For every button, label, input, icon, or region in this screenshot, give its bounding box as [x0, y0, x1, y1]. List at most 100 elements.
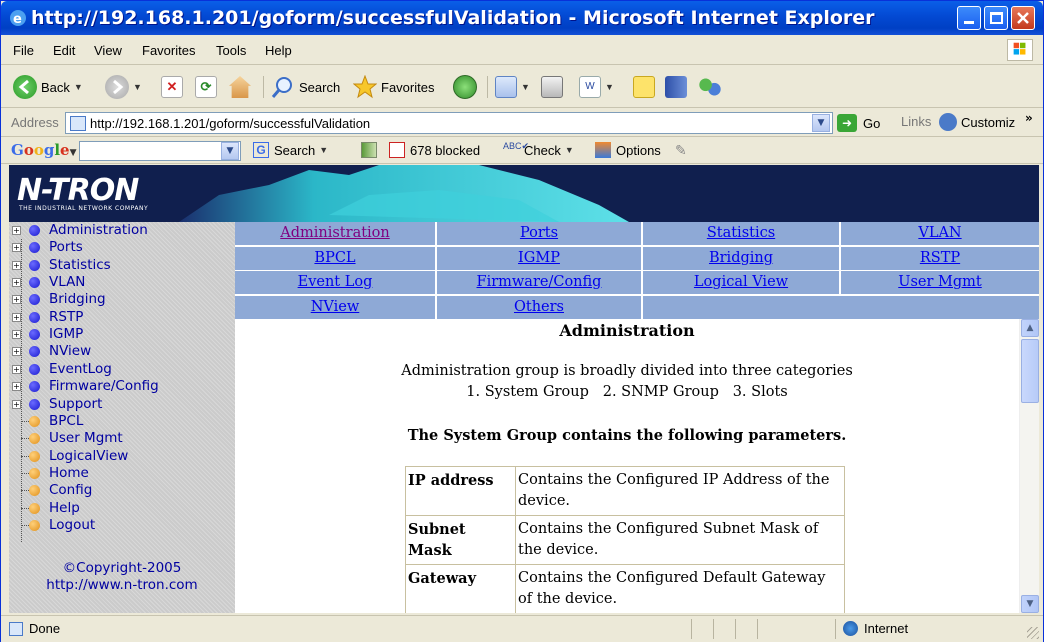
google-search-input[interactable]: ▼ — [79, 141, 241, 161]
stop-button[interactable]: ✕ — [161, 74, 183, 100]
menu-help[interactable]: Help — [265, 43, 292, 58]
ntron-logo[interactable]: N-TRON — [17, 173, 139, 208]
nav-link-statistics[interactable]: Statistics — [643, 222, 839, 245]
sidebar-item-user-mgmt[interactable]: User Mgmt — [9, 430, 235, 447]
discuss-button[interactable] — [633, 74, 655, 100]
scroll-up-icon[interactable]: ▲ — [1021, 319, 1039, 337]
favorites-button[interactable]: Favorites — [353, 74, 434, 100]
vertical-scrollbar[interactable]: ▲ ▼ — [1019, 319, 1039, 613]
popup-blocker-button[interactable]: 678 blocked — [389, 142, 480, 158]
sidebar-item-igmp[interactable]: + IGMP — [9, 326, 235, 343]
sidebar-item-logicalview[interactable]: LogicalView — [9, 448, 235, 465]
nav-link-user-mgmt[interactable]: User Mgmt — [841, 271, 1039, 294]
toolbar-overflow-icon[interactable]: » — [1025, 111, 1033, 125]
expand-plus-icon[interactable]: + — [12, 330, 21, 340]
sidebar-item-label: Config — [49, 482, 93, 499]
customize-label: Customiz — [961, 114, 1016, 130]
sidebar-item-rstp[interactable]: + RSTP — [9, 309, 235, 326]
nav-link-nview[interactable]: NView — [235, 295, 435, 319]
google-search-button[interactable]: G Search ▼ — [253, 142, 328, 158]
website-link[interactable]: http://www.n-tron.com — [9, 577, 235, 593]
menu-edit[interactable]: Edit — [53, 43, 75, 58]
sidebar-item-bpcl[interactable]: BPCL — [9, 413, 235, 430]
scroll-down-icon[interactable]: ▼ — [1021, 595, 1039, 613]
pagerank-button[interactable] — [361, 142, 382, 158]
nav-link-bridging[interactable]: Bridging — [643, 246, 839, 270]
nav-link-logical-view[interactable]: Logical View — [643, 271, 839, 294]
system-group-heading: The System Group contains the following … — [407, 427, 847, 444]
maximize-button[interactable] — [984, 6, 1008, 30]
expand-plus-icon[interactable]: + — [12, 243, 21, 253]
nav-link-administration[interactable]: Administration — [235, 222, 435, 245]
minimize-button[interactable] — [957, 6, 981, 30]
title-bar[interactable]: e http://192.168.1.201/goform/successful… — [1, 1, 1043, 35]
customize-links[interactable]: Customiz — [939, 113, 1015, 131]
sidebar-item-config[interactable]: Config — [9, 482, 235, 499]
expand-plus-icon[interactable]: + — [12, 399, 21, 409]
menu-favorites[interactable]: Favorites — [142, 43, 195, 58]
menu-tools[interactable]: Tools — [216, 43, 246, 58]
print-button[interactable] — [541, 74, 563, 100]
nav-link-bpcl[interactable]: BPCL — [235, 246, 435, 270]
nav-link-vlan[interactable]: VLAN — [841, 222, 1039, 245]
resize-grip-icon[interactable] — [1027, 627, 1039, 639]
sidebar-item-vlan[interactable]: + VLAN — [9, 274, 235, 291]
sidebar-item-label: Bridging — [49, 291, 106, 308]
nav-link-others[interactable]: Others — [437, 295, 641, 319]
close-button[interactable] — [1011, 6, 1035, 30]
nav-link-firmware-config[interactable]: Firmware/Config — [437, 271, 641, 294]
spellcheck-button[interactable]: ABC✔ Check ▼ — [503, 142, 574, 158]
go-label: Go — [863, 115, 881, 131]
sidebar-item-support[interactable]: + Support — [9, 396, 235, 413]
sidebar-item-administration[interactable]: + Administration — [9, 222, 235, 239]
navigation-grid: Administration Ports Statistics VLAN BPCL IGM… — [235, 222, 1039, 319]
sidebar-item-label: Ports — [49, 239, 83, 256]
links-label[interactable]: Links — [901, 114, 931, 129]
scroll-thumb[interactable] — [1021, 339, 1039, 403]
mail-button[interactable]: ▼ — [495, 74, 530, 100]
refresh-button[interactable]: ⟳ — [195, 74, 217, 100]
sidebar-item-statistics[interactable]: + Statistics — [9, 257, 235, 274]
highlight-button[interactable]: ✎ — [675, 142, 696, 158]
nav-link-event-log[interactable]: Event Log — [235, 271, 435, 294]
status-text: Done — [29, 621, 61, 636]
back-button[interactable]: Back ▼ — [13, 74, 83, 100]
research-button[interactable] — [665, 74, 687, 100]
expand-plus-icon[interactable]: + — [12, 226, 21, 235]
history-button[interactable] — [453, 74, 477, 100]
sidebar-item-logout[interactable]: Logout — [9, 517, 235, 534]
google-logo[interactable]: Google▼ — [11, 141, 77, 159]
options-button[interactable]: Options — [595, 142, 661, 158]
home-button[interactable] — [229, 74, 251, 100]
history-icon — [453, 75, 477, 99]
expand-plus-icon[interactable]: + — [12, 312, 21, 322]
sidebar-item-help[interactable]: Help — [9, 500, 235, 517]
go-button[interactable]: ➜ Go — [837, 114, 880, 132]
expand-plus-icon[interactable]: + — [12, 295, 21, 305]
sidebar-item-ports[interactable]: + Ports — [9, 239, 235, 256]
nav-link-ports[interactable]: Ports — [437, 222, 641, 245]
menu-view[interactable]: View — [94, 43, 122, 58]
address-dropdown-icon[interactable]: ▼ — [812, 114, 830, 132]
messenger-button[interactable] — [699, 74, 721, 100]
google-dropdown-icon[interactable]: ▼ — [221, 142, 239, 160]
toolbar: Back ▼ ▼ ✕ ⟳ Search Favorites ▼ W ▼ — [1, 66, 1043, 108]
search-button[interactable]: Search — [271, 74, 340, 100]
menu-file[interactable]: File — [13, 43, 34, 58]
expand-plus-icon[interactable]: + — [12, 278, 21, 288]
sidebar-item-firmware-config[interactable]: + Firmware/Config — [9, 378, 235, 395]
sidebar-item-nview[interactable]: + NView — [9, 343, 235, 360]
security-zone[interactable]: Internet — [843, 621, 908, 636]
sidebar-item-home[interactable]: Home — [9, 465, 235, 482]
nav-link-igmp[interactable]: IGMP — [437, 246, 641, 270]
expand-plus-icon[interactable]: + — [12, 364, 21, 374]
sidebar-item-eventlog[interactable]: + EventLog — [9, 361, 235, 378]
nav-link-rstp[interactable]: RSTP — [841, 246, 1039, 270]
expand-plus-icon[interactable]: + — [12, 347, 21, 357]
sidebar-item-bridging[interactable]: + Bridging — [9, 291, 235, 308]
forward-button[interactable]: ▼ — [105, 74, 142, 100]
expand-plus-icon[interactable]: + — [12, 260, 21, 270]
edit-button[interactable]: W ▼ — [579, 74, 614, 100]
address-input[interactable]: http://192.168.1.201/goform/successfulVa… — [65, 112, 833, 134]
expand-plus-icon[interactable]: + — [12, 382, 21, 392]
